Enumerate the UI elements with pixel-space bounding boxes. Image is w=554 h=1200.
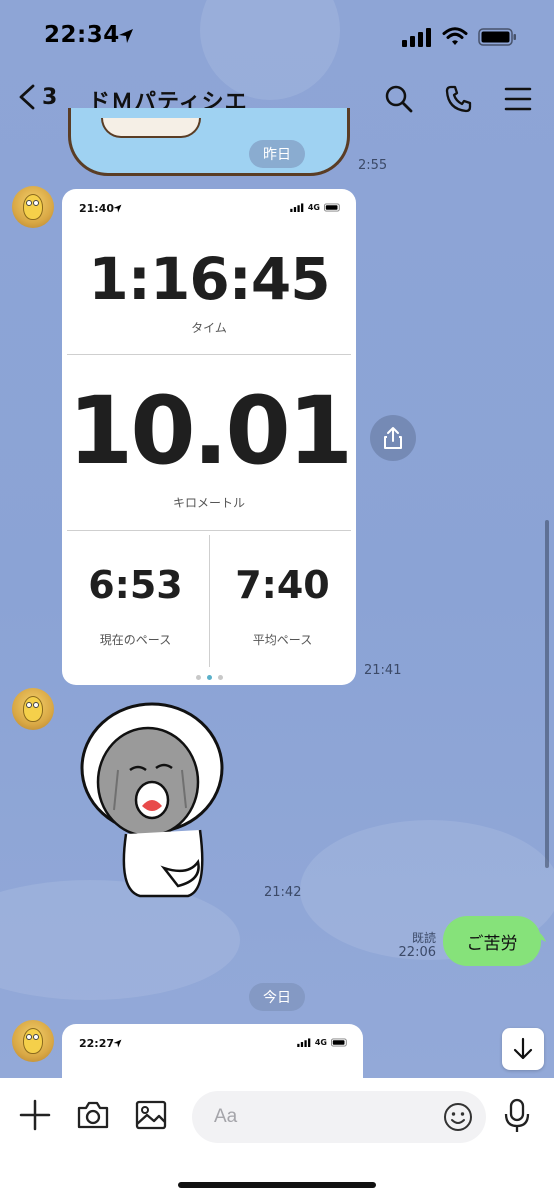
message-text: ご苦労 [466, 933, 518, 954]
image-icon[interactable] [134, 1098, 168, 1132]
image-message[interactable]: 22:27 4G [62, 1024, 363, 1084]
camera-icon[interactable] [76, 1098, 110, 1132]
scrollbar[interactable] [545, 520, 549, 868]
message-time: 21:42 [264, 885, 302, 900]
message-time: 21:41 [364, 663, 402, 678]
page-dot [195, 675, 201, 680]
arrow-down-icon [513, 1037, 533, 1060]
search-icon[interactable] [384, 84, 414, 114]
time-label: タイム [191, 321, 227, 335]
image-message[interactable]: 21:40 4G 1:16:45 タイム 10.01 キロメートル 6:53 現… [62, 189, 356, 685]
avatar[interactable] [12, 688, 54, 730]
current-pace-label: 現在のペース [99, 633, 172, 647]
signal-icon [402, 28, 431, 47]
date-separator-label: 今日 [263, 990, 291, 1006]
page-dot-active [206, 675, 212, 680]
message-input[interactable] [214, 1106, 424, 1128]
current-pace-value: 6:53 [88, 563, 183, 607]
microphone-icon[interactable] [502, 1098, 532, 1134]
battery-icon [331, 1038, 347, 1047]
my-message-bubble[interactable]: ご苦労 [443, 916, 541, 966]
location-arrow-icon [113, 1039, 122, 1048]
share-button[interactable] [370, 415, 416, 461]
avatar[interactable] [12, 1020, 54, 1062]
screenshot-status-time: 22:27 [79, 1037, 115, 1050]
date-separator-today: 今日 [249, 983, 305, 1011]
date-separator-yesterday: 昨日 [249, 140, 305, 168]
screenshot-status-time: 21:40 [79, 202, 115, 215]
battery-icon [324, 203, 340, 212]
message-input-field[interactable] [192, 1091, 486, 1143]
page-dot [217, 675, 223, 680]
time-value: 1:16:45 [88, 245, 330, 313]
plus-icon[interactable] [18, 1098, 52, 1132]
wifi-icon [442, 27, 468, 45]
read-receipt: 既読 [411, 931, 436, 945]
sticker-image[interactable] [68, 108, 350, 176]
share-icon [384, 427, 402, 449]
distance-value: 10.01 [67, 377, 353, 486]
date-separator-label: 昨日 [263, 147, 291, 163]
distance-label: キロメートル [172, 496, 245, 510]
location-arrow-icon [119, 29, 133, 43]
screenshot-status-bar: 21:40 4G [62, 189, 356, 225]
divider [67, 354, 351, 355]
sticker-image[interactable] [78, 700, 238, 900]
page-indicator [62, 675, 356, 680]
divider [67, 530, 351, 531]
message-time: 2:55 [358, 158, 388, 173]
network-type: 4G [307, 203, 320, 212]
chevron-left-icon [19, 84, 35, 110]
menu-icon[interactable] [504, 84, 532, 114]
network-type: 4G [314, 1038, 327, 1047]
status-bar: 22:34 [0, 0, 554, 72]
status-time: 22:34 [44, 22, 120, 48]
avg-pace-label: 平均ペース [252, 633, 313, 647]
message-time: 22:06 [398, 945, 436, 960]
bubble-tail [534, 930, 546, 942]
unread-count: 3 [42, 84, 58, 110]
scroll-to-bottom-button[interactable] [502, 1028, 544, 1070]
signal-icon [290, 203, 304, 212]
home-indicator [178, 1182, 376, 1188]
avg-pace-value: 7:40 [235, 563, 330, 607]
location-arrow-icon [113, 204, 122, 213]
phone-icon[interactable] [444, 84, 474, 114]
battery-icon [478, 28, 516, 46]
emoji-icon[interactable] [442, 1101, 474, 1133]
signal-icon [297, 1038, 311, 1047]
back-button[interactable]: 3 [18, 84, 57, 110]
avatar[interactable] [12, 186, 54, 228]
